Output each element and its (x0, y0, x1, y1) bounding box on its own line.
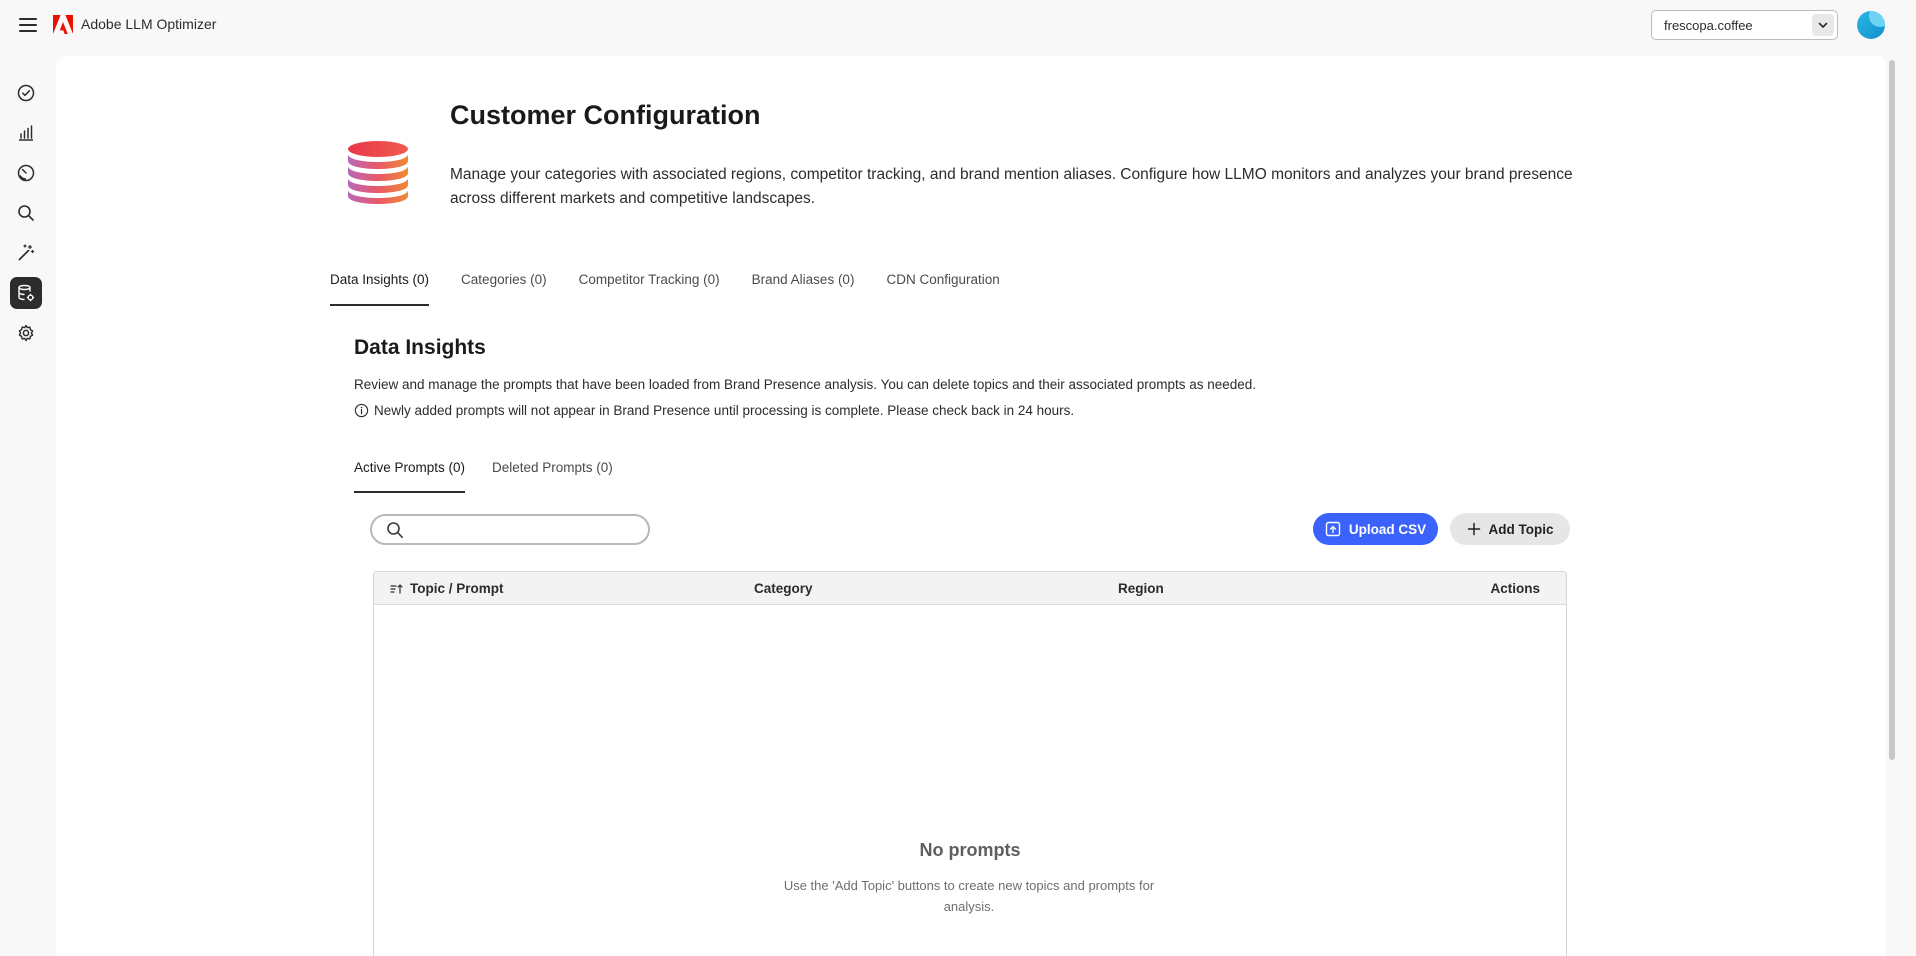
tab-deleted-prompts[interactable]: Deleted Prompts (0) (492, 460, 613, 493)
column-header-actions: Actions (1490, 581, 1540, 596)
column-header-category: Category (754, 581, 813, 596)
rail-item-performance[interactable] (10, 157, 42, 189)
rail-item-search[interactable] (10, 197, 42, 229)
table-header: Topic / Prompt Category Region Actions (374, 572, 1566, 605)
search-field (370, 514, 650, 545)
tab-competitor-tracking[interactable]: Competitor Tracking (0) (579, 272, 720, 306)
rail-item-optimize[interactable] (10, 237, 42, 269)
search-input[interactable] (414, 520, 639, 540)
sort-ascending-icon (390, 583, 403, 594)
processing-notice: Newly added prompts will not appear in B… (354, 403, 1074, 418)
search-icon (18, 205, 34, 221)
rail-item-analytics[interactable] (10, 117, 42, 149)
avatar[interactable] (1857, 11, 1885, 39)
add-topic-label: Add Topic (1488, 521, 1554, 537)
magic-wand-icon (18, 244, 35, 261)
tab-cdn-configuration[interactable]: CDN Configuration (886, 272, 999, 306)
chevron-down-icon (1812, 14, 1834, 36)
upload-icon (1325, 521, 1341, 537)
org-select[interactable]: frescopa.coffee (1651, 10, 1838, 40)
column-header-topic-prompt[interactable]: Topic / Prompt (390, 581, 504, 596)
empty-state-description: Use the 'Add Topic' buttons to create ne… (783, 878, 1155, 914)
upload-csv-button[interactable]: Upload CSV (1313, 513, 1438, 545)
upload-csv-label: Upload CSV (1348, 521, 1427, 537)
adobe-logo-icon (53, 15, 73, 34)
rail-item-customer-config[interactable] (10, 277, 42, 309)
column-header-label: Topic / Prompt (410, 581, 504, 596)
database-stack-icon (348, 141, 408, 204)
app-title: Adobe LLM Optimizer (81, 16, 217, 32)
page-title: Customer Configuration (450, 100, 761, 130)
tab-brand-aliases[interactable]: Brand Aliases (0) (752, 272, 855, 306)
empty-state-title: No prompts (919, 840, 1021, 860)
plus-icon (1467, 522, 1480, 536)
tab-categories[interactable]: Categories (0) (461, 272, 547, 306)
rail-item-settings[interactable] (10, 317, 42, 349)
tab-active-prompts[interactable]: Active Prompts (0) (354, 460, 466, 493)
database-settings-icon (18, 284, 35, 302)
tab-data-insights[interactable]: Data Insights (0) (330, 272, 430, 306)
gauge-icon (17, 164, 35, 182)
section-description: Review and manage the prompts that have … (354, 377, 1257, 392)
bar-chart-icon (19, 125, 33, 141)
hamburger-menu-icon[interactable] (18, 15, 38, 35)
check-circle-icon (17, 84, 35, 102)
org-select-value: frescopa.coffee (1664, 18, 1753, 33)
page-description: Manage your categories with associated r… (450, 166, 1573, 207)
search-icon (387, 522, 403, 538)
column-header-region: Region (1118, 581, 1164, 596)
gear-icon (18, 324, 34, 342)
add-topic-button[interactable]: Add Topic (1450, 513, 1570, 545)
scrollbar[interactable] (1889, 60, 1895, 760)
notice-text: Newly added prompts will not appear in B… (374, 403, 1075, 418)
info-icon (354, 403, 369, 418)
rail-item-overview[interactable] (10, 77, 42, 109)
section-title: Data Insights (354, 336, 486, 359)
config-tabs: Data Insights (0) Categories (0) Competi… (330, 272, 1000, 306)
top-bar: Adobe LLM Optimizer frescopa.coffee (0, 0, 1916, 50)
prompts-table: Topic / Prompt Category Region Actions N… (373, 571, 1567, 956)
